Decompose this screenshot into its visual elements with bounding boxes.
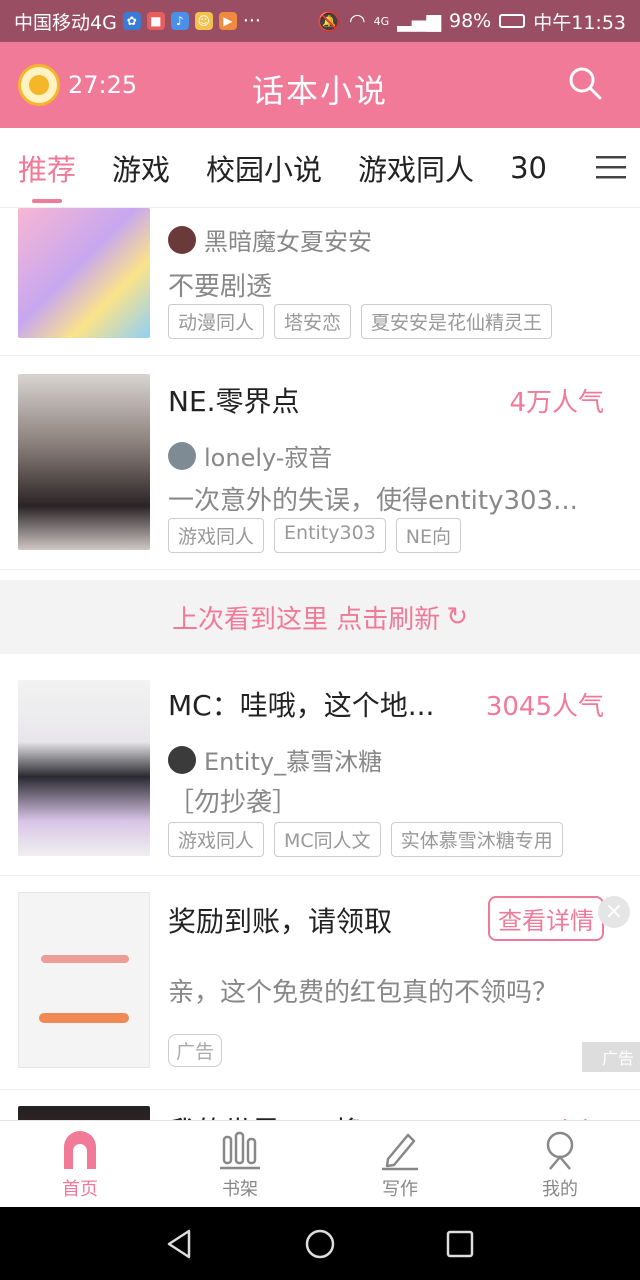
story-tag[interactable]: 动漫同人 xyxy=(168,304,265,339)
story-author[interactable]: lonely-寂音 xyxy=(168,438,332,473)
story-card[interactable]: 我的世界303将... 2万人气 xyxy=(0,1090,640,1120)
jian-icon: ■ xyxy=(146,12,165,30)
nav-label: 我的 xyxy=(542,1179,578,1200)
ad-detail-button[interactable]: 查看详情 xyxy=(488,896,604,941)
nav-label: 首页 xyxy=(62,1179,98,1200)
tab-recommend[interactable]: 推荐 xyxy=(18,147,76,203)
ad-image[interactable] xyxy=(18,892,150,1068)
status-bar: 中国移动4G ✿ ■ ♪ ☺ ▶ ··· 🔕 ◠ 4G ▂▄▆ 98% 中午11… xyxy=(0,0,640,42)
author-name: lonely-寂音 xyxy=(204,444,333,472)
story-cover[interactable] xyxy=(18,1106,150,1120)
tab-game-fanfic[interactable]: 游戏同人 xyxy=(358,147,474,189)
story-description: 一次意外的失误，使得entity303... xyxy=(168,486,578,516)
story-card[interactable]: 黑暗魔女夏安安 不要剧透 动漫同人 塔安恋 夏安安是花仙精灵王 xyxy=(0,208,640,356)
status-right: 🔕 ◠ 4G ▂▄▆ 98% 中午11:53 xyxy=(317,8,626,35)
story-popularity: 4万人气 xyxy=(509,388,604,418)
status-left: 中国移动4G ✿ ■ ♪ ☺ ▶ ··· xyxy=(14,8,261,35)
story-tag[interactable]: 实体慕雪沐糖专用 xyxy=(390,822,563,857)
app-header: 27:25 话本小说 xyxy=(0,42,640,128)
author-avatar xyxy=(168,225,196,254)
pen-icon xyxy=(382,1133,418,1171)
story-popularity: 3045人气 xyxy=(485,692,604,722)
author-avatar xyxy=(168,441,196,470)
story-popularity: 2万人气 xyxy=(509,1112,604,1120)
recents-icon[interactable] xyxy=(443,1227,477,1261)
story-tag[interactable]: 夏安安是花仙精灵王 xyxy=(361,304,553,339)
story-description: ［勿抄袭］ xyxy=(168,788,299,818)
story-tag[interactable]: NE向 xyxy=(395,518,461,553)
story-tag[interactable]: 游戏同人 xyxy=(168,822,265,857)
nav-bookshelf[interactable]: 书架 xyxy=(160,1121,320,1207)
back-icon[interactable] xyxy=(163,1227,197,1261)
tab-game[interactable]: 游戏 xyxy=(112,147,170,189)
refresh-icon: ↻ xyxy=(446,602,469,632)
story-cover[interactable] xyxy=(18,680,150,856)
system-nav-bar xyxy=(0,1207,640,1280)
bottom-nav: 首页 书架 写作 我的 xyxy=(0,1120,640,1207)
story-tag[interactable]: 塔安恋 xyxy=(274,304,352,339)
signal-icon: ▂▄▆ xyxy=(397,10,441,32)
story-tag[interactable]: Entity303 xyxy=(274,518,386,553)
network-label: 4G xyxy=(373,14,390,28)
face-icon: ☺ xyxy=(194,12,213,30)
story-cover[interactable] xyxy=(18,374,150,550)
story-title[interactable]: NE.零界点 xyxy=(168,380,300,420)
story-cover[interactable] xyxy=(18,208,150,338)
ad-card[interactable]: 奖励到账，请领取 查看详情 × 亲，这个免费的红包真的不领吗？ 广告 广告 xyxy=(0,876,640,1090)
nav-label: 写作 xyxy=(382,1179,418,1200)
more-notifications: ··· xyxy=(242,10,261,32)
story-tag[interactable]: 游戏同人 xyxy=(168,518,265,553)
nav-write[interactable]: 写作 xyxy=(320,1121,480,1207)
category-tabs: 推荐 游戏 校园小说 游戏同人 30 xyxy=(0,128,640,208)
story-feed[interactable]: 黑暗魔女夏安安 不要剧透 动漫同人 塔安恋 夏安安是花仙精灵王 NE.零界点 4… xyxy=(0,208,640,1120)
story-title[interactable]: MC：哇哦，这个地... xyxy=(168,684,434,724)
battery-label: 98% xyxy=(449,10,492,32)
ad-tag: 广告 xyxy=(168,1034,223,1067)
profile-icon xyxy=(546,1131,574,1170)
story-tags: 游戏同人 Entity303 NE向 xyxy=(168,518,461,553)
tab-campus-novel[interactable]: 校园小说 xyxy=(206,147,322,189)
ad-description: 亲，这个免费的红包真的不领吗？ xyxy=(168,978,559,1008)
story-card[interactable]: NE.零界点 4万人气 lonely-寂音 一次意外的失误，使得entity30… xyxy=(0,356,640,570)
story-tags: 游戏同人 MC同人文 实体慕雪沐糖专用 xyxy=(168,822,563,857)
story-author[interactable]: Entity_慕雪沐糖 xyxy=(168,742,382,777)
story-tag[interactable]: MC同人文 xyxy=(274,822,381,857)
battery-icon xyxy=(499,14,526,28)
ad-mark: 广告 xyxy=(581,1042,640,1072)
story-description: 不要剧透 xyxy=(168,272,273,302)
tab-30[interactable]: 30 xyxy=(510,151,547,185)
bookshelf-icon xyxy=(220,1131,260,1170)
nav-label: 书架 xyxy=(222,1179,258,1200)
story-tags: 动漫同人 塔安恋 夏安安是花仙精灵王 xyxy=(168,304,553,339)
home-icon xyxy=(64,1131,96,1169)
story-card[interactable]: MC：哇哦，这个地... 3045人气 Entity_慕雪沐糖 ［勿抄袭］ 游戏… xyxy=(0,654,640,876)
story-author[interactable]: 黑暗魔女夏安安 xyxy=(168,222,372,257)
ad-title[interactable]: 奖励到账，请领取 xyxy=(168,900,392,940)
baidu-icon: ✿ xyxy=(122,12,141,30)
search-icon[interactable] xyxy=(568,66,602,100)
nav-home[interactable]: 首页 xyxy=(0,1121,160,1207)
app-title: 话本小说 xyxy=(251,72,388,110)
author-avatar xyxy=(168,745,196,774)
refresh-label: 上次看到这里 点击刷新 xyxy=(171,604,441,635)
mute-icon: 🔕 xyxy=(317,10,342,33)
menu-icon[interactable] xyxy=(596,154,626,180)
refresh-bar[interactable]: 上次看到这里 点击刷新 ↻ xyxy=(0,580,640,654)
clock: 中午11:53 xyxy=(533,11,626,34)
wifi-icon: ◠ xyxy=(349,10,366,32)
author-name: Entity_慕雪沐糖 xyxy=(204,748,383,776)
music-icon: ♪ xyxy=(170,12,189,30)
home-button-icon[interactable] xyxy=(303,1227,337,1261)
nav-profile[interactable]: 我的 xyxy=(480,1121,640,1207)
story-title[interactable]: 我的世界303将... xyxy=(168,1110,388,1120)
author-name: 黑暗魔女夏安安 xyxy=(204,228,372,256)
play-icon: ▶ xyxy=(218,12,237,30)
carrier-label: 中国移动4G xyxy=(14,11,117,34)
close-icon[interactable]: × xyxy=(598,896,630,928)
